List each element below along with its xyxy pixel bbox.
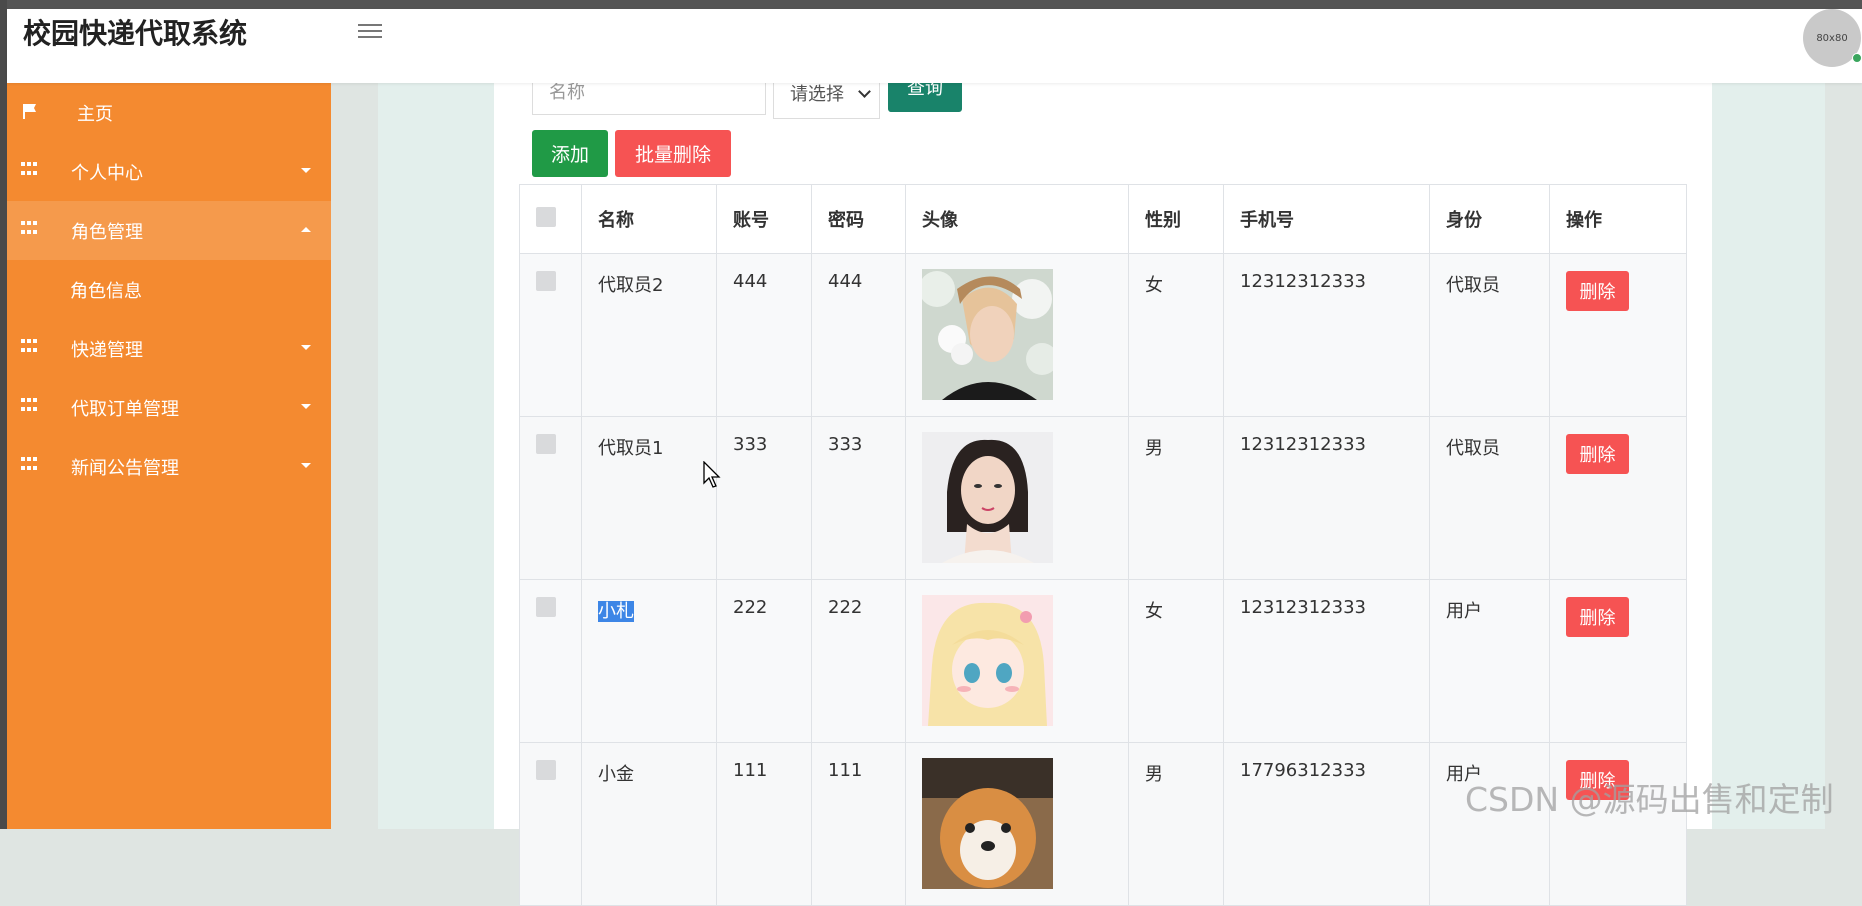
column-header-role: 身份 xyxy=(1429,184,1550,254)
left-strip xyxy=(0,0,7,829)
caret-down-icon xyxy=(301,345,311,350)
select-value: 请选择 xyxy=(790,83,844,105)
cell-phone: 12312312333 xyxy=(1223,416,1430,580)
select-all-checkbox[interactable] xyxy=(519,184,582,254)
row-checkbox[interactable] xyxy=(519,579,582,743)
cell-gender: 女 xyxy=(1128,253,1224,417)
cell-name: 小札 xyxy=(581,579,717,743)
column-header-password: 密码 xyxy=(811,184,906,254)
cell-phone: 12312312333 xyxy=(1223,579,1430,743)
app-title: 校园快递代取系统 xyxy=(23,17,248,50)
cell-gender: 女 xyxy=(1128,579,1224,743)
column-header-actions: 操作 xyxy=(1549,184,1687,254)
add-button[interactable]: 添加 xyxy=(532,130,608,177)
sidebar: 主页 个人中心 角色管理 角色信息 快递管理 代取订单管理 新闻公告管理 xyxy=(7,83,331,829)
cell-account: 222 xyxy=(716,579,812,743)
cell-gender: 男 xyxy=(1128,416,1224,580)
sidebar-item-label: 角色管理 xyxy=(71,221,143,243)
table-row: 小札 222 222 女 12312312333 用户 删除 xyxy=(519,579,1687,743)
cell-account: 111 xyxy=(716,742,812,906)
table-row: 代取员2 444 444 女 12312312333 代取员 删除 xyxy=(519,253,1687,417)
flag-icon xyxy=(23,104,36,119)
sidebar-item-news-management[interactable]: 新闻公告管理 xyxy=(7,437,331,496)
table-row: 小金 111 111 男 17796312333 用户 删除 xyxy=(519,742,1687,906)
column-header-avatar: 头像 xyxy=(905,184,1129,254)
table-row: 代取员1 333 333 男 12312312333 代取员 删除 xyxy=(519,416,1687,580)
cell-name: 代取员2 xyxy=(581,253,717,417)
caret-down-icon xyxy=(301,168,311,173)
cell-role: 用户 xyxy=(1429,579,1550,743)
cell-actions: 删除 xyxy=(1549,742,1687,906)
sidebar-item-home[interactable]: 主页 xyxy=(7,83,331,142)
watermark: CSDN @源码出售和定制 xyxy=(1465,780,1834,819)
cell-name: 小金 xyxy=(581,742,717,906)
cell-role: 用户 xyxy=(1429,742,1550,906)
caret-down-icon xyxy=(301,404,311,409)
cell-actions: 删除 xyxy=(1549,253,1687,417)
avatar-placeholder-text: 80x80 xyxy=(1816,32,1848,44)
sidebar-subitem-role-info[interactable]: 角色信息 xyxy=(7,260,331,319)
avatar[interactable]: 80x80 xyxy=(1803,9,1862,67)
grid-icon xyxy=(21,457,39,473)
caret-down-icon xyxy=(301,463,311,468)
sidebar-item-personal-center[interactable]: 个人中心 xyxy=(7,142,331,201)
sidebar-item-label: 代取订单管理 xyxy=(71,398,179,420)
cell-avatar xyxy=(905,416,1129,580)
mouse-cursor-icon xyxy=(703,461,721,488)
column-header-phone: 手机号 xyxy=(1223,184,1430,254)
table-header-row: 名称 账号 密码 头像 性别 手机号 身份 操作 xyxy=(519,184,1687,254)
cell-account: 444 xyxy=(716,253,812,417)
grid-icon xyxy=(21,221,39,237)
row-checkbox[interactable] xyxy=(519,253,582,417)
grid-icon xyxy=(21,339,39,355)
cell-account: 333 xyxy=(716,416,812,580)
top-strip xyxy=(0,0,1862,9)
row-checkbox[interactable] xyxy=(519,742,582,906)
column-header-gender: 性别 xyxy=(1128,184,1224,254)
avatar-photo xyxy=(922,595,1053,726)
cell-gender: 男 xyxy=(1128,742,1224,906)
sidebar-item-express-management[interactable]: 快递管理 xyxy=(7,319,331,378)
cell-password: 444 xyxy=(811,253,906,417)
cell-role: 代取员 xyxy=(1429,416,1550,580)
delete-button[interactable]: 删除 xyxy=(1566,434,1629,474)
cell-role: 代取员 xyxy=(1429,253,1550,417)
cell-phone: 12312312333 xyxy=(1223,253,1430,417)
chevron-down-icon xyxy=(858,85,871,98)
sidebar-item-label: 主页 xyxy=(77,103,113,125)
cell-phone: 17796312333 xyxy=(1223,742,1430,906)
online-status-dot xyxy=(1852,53,1862,63)
sidebar-item-role-management[interactable]: 角色管理 xyxy=(7,201,331,260)
sidebar-item-label: 新闻公告管理 xyxy=(71,457,179,479)
grid-icon xyxy=(21,162,39,178)
row-checkbox[interactable] xyxy=(519,416,582,580)
avatar-photo xyxy=(922,432,1053,563)
sidebar-item-label: 个人中心 xyxy=(71,162,143,184)
avatar-photo xyxy=(922,758,1053,889)
cell-actions: 删除 xyxy=(1549,579,1687,743)
column-header-name: 名称 xyxy=(581,184,717,254)
column-header-account: 账号 xyxy=(716,184,812,254)
cell-password: 333 xyxy=(811,416,906,580)
menu-toggle-icon[interactable] xyxy=(358,20,382,42)
avatar-photo xyxy=(922,269,1053,400)
selected-name-text: 小札 xyxy=(598,601,634,622)
cell-avatar xyxy=(905,253,1129,417)
cell-avatar xyxy=(905,579,1129,743)
cell-name: 代取员1 xyxy=(581,416,717,580)
grid-icon xyxy=(21,398,39,414)
delete-button[interactable]: 删除 xyxy=(1566,271,1629,311)
cell-password: 222 xyxy=(811,579,906,743)
header: 校园快递代取系统 80x80 xyxy=(7,9,1862,83)
cell-password: 111 xyxy=(811,742,906,906)
caret-up-icon xyxy=(301,227,311,232)
sidebar-item-label: 快递管理 xyxy=(71,339,143,361)
cell-actions: 删除 xyxy=(1549,416,1687,580)
cell-avatar xyxy=(905,742,1129,906)
batch-delete-button[interactable]: 批量删除 xyxy=(615,130,731,177)
delete-button[interactable]: 删除 xyxy=(1566,597,1629,637)
sidebar-item-order-management[interactable]: 代取订单管理 xyxy=(7,378,331,437)
